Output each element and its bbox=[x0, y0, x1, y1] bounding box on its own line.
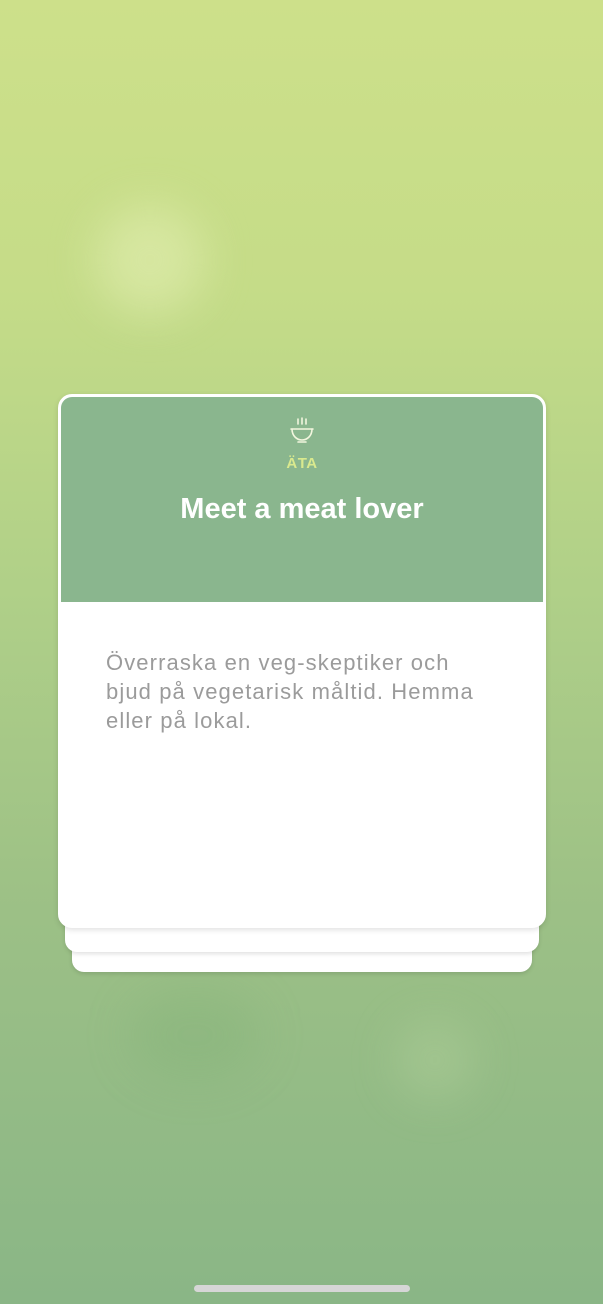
challenge-card[interactable]: ÄTA Meet a meat lover Överraska en veg-s… bbox=[58, 394, 546, 928]
card-category: ÄTA bbox=[286, 455, 318, 472]
card-header: ÄTA Meet a meat lover bbox=[61, 397, 543, 602]
card-description: Överraska en veg-skeptiker och bjud på v… bbox=[106, 650, 474, 733]
card-title: Meet a meat lover bbox=[180, 493, 424, 525]
card-stack[interactable]: ÄTA Meet a meat lover Överraska en veg-s… bbox=[58, 394, 546, 974]
card-body: Överraska en veg-skeptiker och bjud på v… bbox=[61, 602, 543, 735]
background-blur bbox=[130, 990, 260, 1080]
background-blur bbox=[95, 205, 205, 315]
bowl-icon bbox=[290, 417, 314, 443]
background-blur bbox=[395, 1020, 475, 1100]
home-indicator[interactable] bbox=[194, 1285, 410, 1292]
